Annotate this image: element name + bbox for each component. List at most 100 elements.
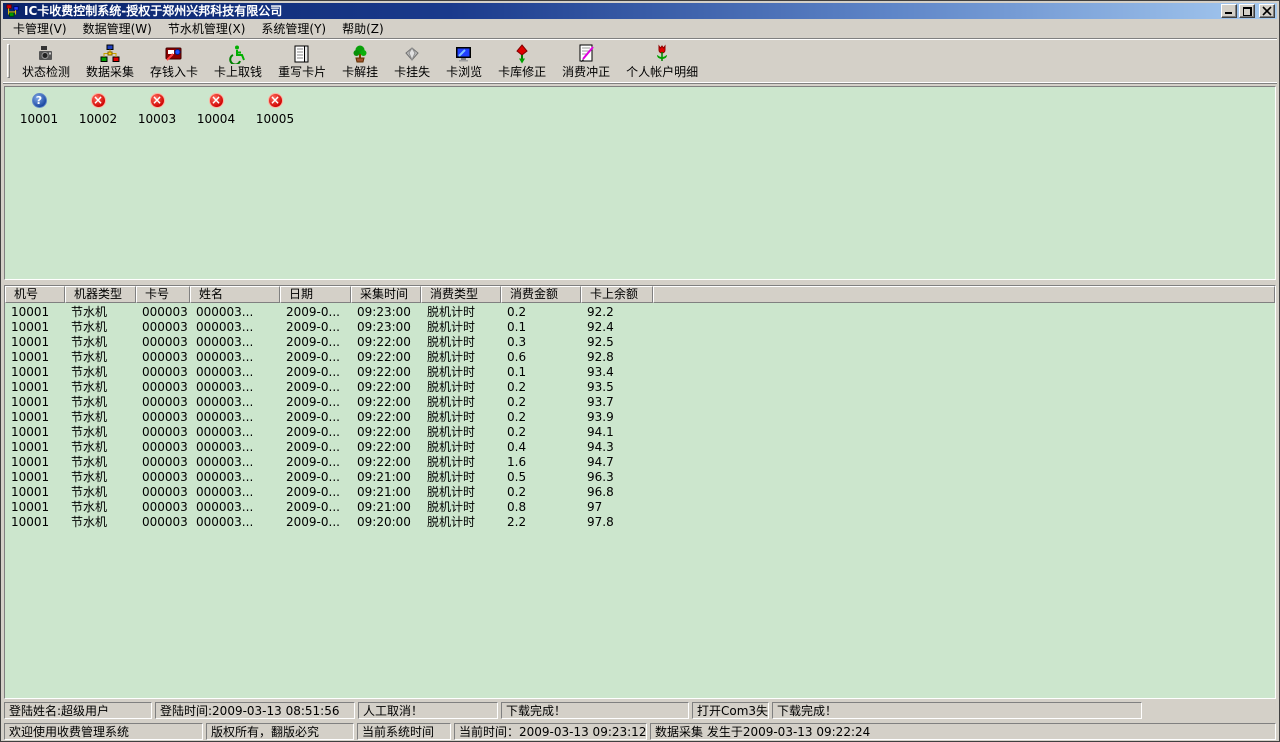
- table-row[interactable]: 10001 节水机 000003 000003... 2009-0... 09:…: [5, 320, 1275, 335]
- cell-consume-amount: 0.2: [501, 380, 581, 395]
- toolbar-button[interactable]: 卡上取钱: [206, 42, 270, 80]
- machine-status-icon: [32, 93, 47, 108]
- minimize-button[interactable]: [1221, 4, 1237, 18]
- machine-item[interactable]: 10004: [193, 93, 239, 126]
- cell-date: 2009-0...: [280, 485, 351, 500]
- table-header-row: 机号 机器类型 卡号 姓名 日期 采集时间 消费类型 消费金额 卡上余额: [5, 286, 1275, 303]
- card-browse-icon: [454, 44, 474, 64]
- toolbar-button[interactable]: 卡挂失: [386, 42, 438, 80]
- column-header[interactable]: 卡号: [136, 286, 190, 303]
- machine-item[interactable]: 10001: [16, 93, 62, 126]
- cell-consume-type: 脱机计时: [421, 440, 501, 455]
- cell-name: 000003...: [190, 365, 280, 380]
- toolbar-button[interactable]: 存钱入卡: [142, 42, 206, 80]
- restore-button[interactable]: [1239, 4, 1255, 18]
- menu-item[interactable]: 系统管理(Y): [253, 20, 334, 38]
- menu-item[interactable]: 数据管理(W): [75, 20, 160, 38]
- cell-card-balance: 92.4: [581, 320, 653, 335]
- cell-card-balance: 93.4: [581, 365, 653, 380]
- toolbar-button[interactable]: 卡解挂: [334, 42, 386, 80]
- column-header[interactable]: 消费类型: [421, 286, 501, 303]
- cell-collect-time: 09:22:00: [351, 380, 421, 395]
- table-row[interactable]: 10001 节水机 000003 000003... 2009-0... 09:…: [5, 365, 1275, 380]
- column-header[interactable]: 机器类型: [65, 286, 136, 303]
- cell-collect-time: 09:22:00: [351, 425, 421, 440]
- machine-item[interactable]: 10002: [75, 93, 121, 126]
- toolbar-button[interactable]: 状态检测: [14, 42, 78, 80]
- table-row[interactable]: 10001 节水机 000003 000003... 2009-0... 09:…: [5, 485, 1275, 500]
- cell-machine-no: 10001: [5, 365, 65, 380]
- cell-card-balance: 97: [581, 500, 653, 515]
- card-db-fix-icon: [512, 44, 532, 64]
- cell-card-balance: 93.5: [581, 380, 653, 395]
- menu-item[interactable]: 节水机管理(X): [160, 20, 254, 38]
- table-row[interactable]: 10001 节水机 000003 000003... 2009-0... 09:…: [5, 380, 1275, 395]
- table-row[interactable]: 10001 节水机 000003 000003... 2009-0... 09:…: [5, 470, 1275, 485]
- toolbar-button[interactable]: 个人帐户明细: [618, 42, 706, 80]
- cell-date: 2009-0...: [280, 335, 351, 350]
- data-collect-icon: [100, 44, 120, 64]
- toolbar-grip-handle[interactable]: [7, 44, 10, 78]
- table-row[interactable]: 10001 节水机 000003 000003... 2009-0... 09:…: [5, 515, 1275, 530]
- cell-card-no: 000003: [136, 425, 190, 440]
- column-header[interactable]: 日期: [280, 286, 351, 303]
- table-row[interactable]: 10001 节水机 000003 000003... 2009-0... 09:…: [5, 410, 1275, 425]
- menu-item[interactable]: 卡管理(V): [5, 20, 75, 38]
- table-row[interactable]: 10001 节水机 000003 000003... 2009-0... 09:…: [5, 350, 1275, 365]
- table-body: 10001 节水机 000003 000003... 2009-0... 09:…: [5, 305, 1275, 530]
- cell-name: 000003...: [190, 440, 280, 455]
- status-bar-top: 登陆姓名:超级用户 登陆时间:2009-03-13 08:51:56 人工取消！…: [3, 701, 1277, 720]
- title-bar[interactable]: IC卡收费控制系统-授权于郑州兴邦科技有限公司: [3, 3, 1277, 19]
- table-row[interactable]: 10001 节水机 000003 000003... 2009-0... 09:…: [5, 335, 1275, 350]
- cell-machine-type: 节水机: [65, 320, 136, 335]
- column-header[interactable]: 机号: [5, 286, 65, 303]
- cell-machine-no: 10001: [5, 470, 65, 485]
- toolbar-button-label: 卡库修正: [498, 65, 546, 79]
- cell-machine-type: 节水机: [65, 425, 136, 440]
- cell-filler: [653, 410, 1275, 425]
- toolbar-button[interactable]: 卡浏览: [438, 42, 490, 80]
- table-row[interactable]: 10001 节水机 000003 000003... 2009-0... 09:…: [5, 425, 1275, 440]
- toolbar-button[interactable]: 卡库修正: [490, 42, 554, 80]
- status-panel: 人工取消！: [358, 702, 498, 719]
- column-header[interactable]: 采集时间: [351, 286, 421, 303]
- cell-machine-type: 节水机: [65, 335, 136, 350]
- cell-machine-no: 10001: [5, 395, 65, 410]
- cell-name: 000003...: [190, 470, 280, 485]
- cell-consume-amount: 0.3: [501, 335, 581, 350]
- cell-filler: [653, 515, 1275, 530]
- table-row[interactable]: 10001 节水机 000003 000003... 2009-0... 09:…: [5, 305, 1275, 320]
- table-row[interactable]: 10001 节水机 000003 000003... 2009-0... 09:…: [5, 440, 1275, 455]
- cell-filler: [653, 500, 1275, 515]
- cell-consume-amount: 0.2: [501, 425, 581, 440]
- status-panel: 登陆姓名:超级用户: [4, 702, 152, 719]
- cell-collect-time: 09:23:00: [351, 305, 421, 320]
- withdraw-from-card-icon: [228, 44, 248, 64]
- cell-name: 000003...: [190, 485, 280, 500]
- toolbar-button[interactable]: 消费冲正: [554, 42, 618, 80]
- app-icon: [6, 4, 20, 18]
- table-row[interactable]: 10001 节水机 000003 000003... 2009-0... 09:…: [5, 455, 1275, 470]
- column-header[interactable]: 消费金额: [501, 286, 581, 303]
- app-window: IC卡收费控制系统-授权于郑州兴邦科技有限公司 卡管理(V) 数据管理(W) 节…: [0, 0, 1280, 742]
- machine-item[interactable]: 10005: [252, 93, 298, 126]
- cell-card-no: 000003: [136, 350, 190, 365]
- cell-date: 2009-0...: [280, 395, 351, 410]
- table-row[interactable]: 10001 节水机 000003 000003... 2009-0... 09:…: [5, 500, 1275, 515]
- cell-consume-amount: 2.2: [501, 515, 581, 530]
- column-header[interactable]: 姓名: [190, 286, 280, 303]
- table-row[interactable]: 10001 节水机 000003 000003... 2009-0... 09:…: [5, 395, 1275, 410]
- rewrite-card-icon: [292, 44, 312, 64]
- toolbar-button[interactable]: 数据采集: [78, 42, 142, 80]
- toolbar-button-label: 状态检测: [22, 65, 70, 79]
- column-header[interactable]: 卡上余额: [581, 286, 653, 303]
- cell-machine-no: 10001: [5, 380, 65, 395]
- menu-item[interactable]: 帮助(Z): [334, 20, 392, 38]
- cell-filler: [653, 380, 1275, 395]
- cell-filler: [653, 320, 1275, 335]
- close-button[interactable]: [1259, 4, 1275, 18]
- machine-item[interactable]: 10003: [134, 93, 180, 126]
- cell-date: 2009-0...: [280, 350, 351, 365]
- toolbar-button[interactable]: 重写卡片: [270, 42, 334, 80]
- cell-date: 2009-0...: [280, 455, 351, 470]
